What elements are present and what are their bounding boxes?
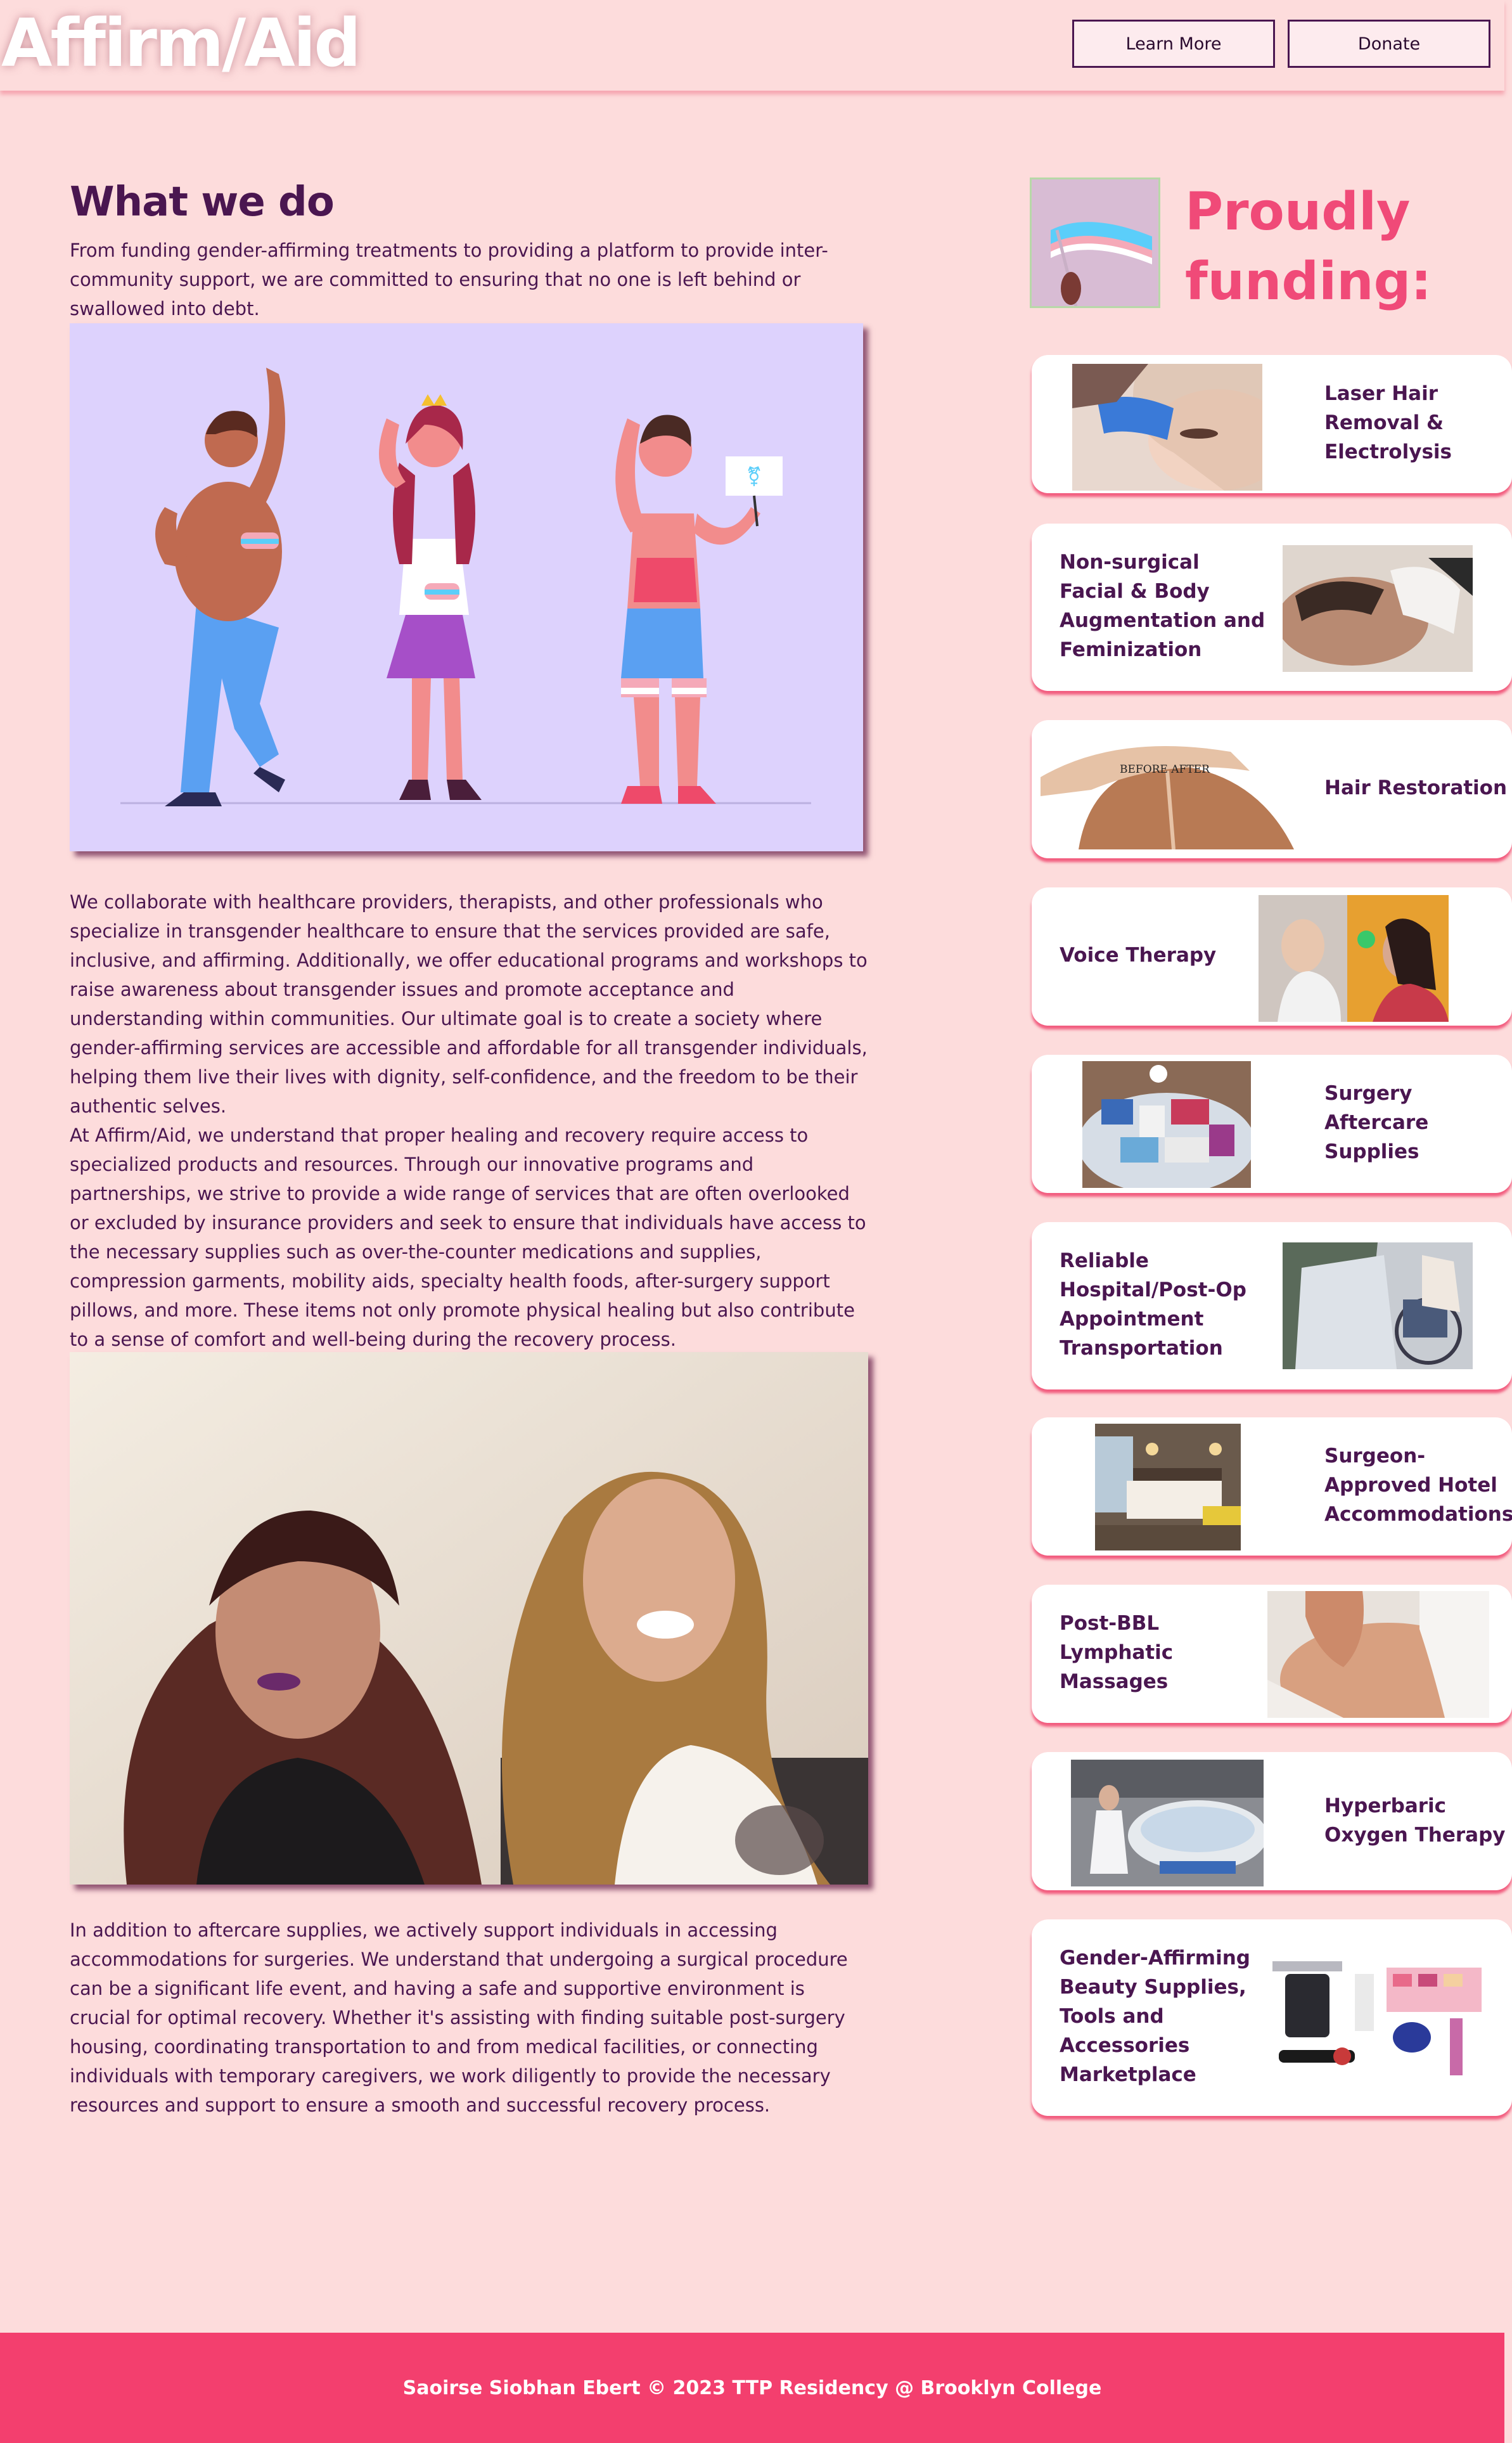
funding-card-label: Hair Restoration [1324,777,1508,799]
supplies-paragraph: At Affirm/Aid, we understand that proper… [70,1125,866,1350]
accommodations-paragraph: In addition to aftercare supplies, we ac… [70,1919,848,2116]
hyperbaric-image [1071,1760,1264,1886]
hotel-image [1095,1424,1241,1550]
footer-credit: Saoirse Siobhan Ebert © 2023 TTP Residen… [402,2376,1102,2399]
funding-card-hyperbaric-oxygen[interactable]: Hyperbaric Oxygen Therapy [1032,1752,1512,1890]
transportation-image [1283,1242,1473,1369]
logo[interactable]: Affirm/Aid [1,5,361,81]
funding-card-hair-restoration[interactable]: BEFORE AFTER Hair Restoration [1032,720,1512,858]
funding-card-label: Surgeon-Approved Hotel Accommodations [1324,1445,1512,1526]
community-photo [70,1352,868,1885]
laser-hair-image [1072,364,1262,491]
learn-more-button[interactable]: Learn More [1072,20,1275,68]
funding-card-label: Surgery Aftercare Supplies [1324,1082,1429,1163]
site-header: Affirm/Aid Learn More Donate [0,0,1504,91]
svg-text:⚧: ⚧ [746,466,762,488]
beauty-supplies-image [1266,1955,1492,2082]
funding-card-hotel-accommodations[interactable]: Surgeon-Approved Hotel Accommodations [1032,1417,1512,1556]
page-title: What we do [70,179,335,226]
site-footer: Saoirse Siobhan Ebert © 2023 TTP Residen… [0,2333,1504,2443]
donate-button[interactable]: Donate [1288,20,1490,68]
funding-card-lymphatic-massage[interactable]: Post-BBL Lymphatic Massages [1032,1585,1512,1723]
funding-card-facial-augmentation[interactable]: Non-surgical Facial & Body Augmentation … [1032,524,1512,691]
funding-card-beauty-marketplace[interactable]: Gender-Affirming Beauty Supplies, Tools … [1032,1919,1512,2116]
funding-card-label: Hyperbaric Oxygen Therapy [1324,1795,1506,1847]
voice-therapy-image [1259,895,1449,1022]
aftercare-supplies-image [1082,1061,1251,1188]
person-illustration-1 [155,368,285,806]
hair-restoration-image: BEFORE AFTER [1041,733,1294,849]
massage-image [1267,1591,1489,1718]
funding-card-label: Post-BBL Lymphatic Massages [1060,1612,1174,1693]
funding-card-label: Gender-Affirming Beauty Supplies, Tools … [1060,1947,1250,2086]
community-illustration: ⚧ [70,323,863,851]
person-illustration-3: ⚧ [615,415,783,804]
trans-flag-image [1030,177,1160,308]
sidebar-title: Proudly funding: [1185,182,1432,312]
funding-card-voice-therapy[interactable]: Voice Therapy [1032,887,1512,1026]
funding-card-label: Non-surgical Facial & Body Augmentation … [1060,551,1265,661]
funding-card-label: Voice Therapy [1060,944,1217,967]
hair-restoration-caption: BEFORE AFTER [1120,763,1210,776]
person-illustration-2 [379,394,482,800]
funding-card-laser-hair[interactable]: Laser Hair Removal & Electrolysis [1032,355,1512,493]
funding-card-transportation[interactable]: Reliable Hospital/Post-Op Appointment Tr… [1032,1222,1512,1389]
funding-card-label: Reliable Hospital/Post-Op Appointment Tr… [1060,1249,1246,1360]
funding-card-aftercare-supplies[interactable]: Surgery Aftercare Supplies [1032,1055,1512,1193]
intro-paragraph: From funding gender-affirming treatments… [70,240,828,319]
collaboration-paragraph: We collaborate with healthcare providers… [70,891,868,1117]
funding-card-label: Laser Hair Removal & Electrolysis [1324,382,1452,463]
facial-augmentation-image [1283,545,1473,672]
